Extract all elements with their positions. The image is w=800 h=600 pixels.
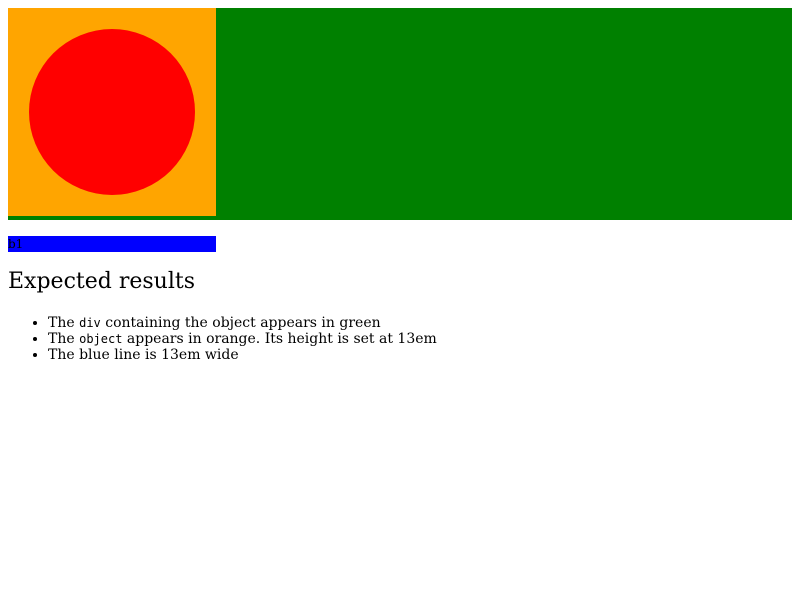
- list-item: The div containing the object appears in…: [48, 315, 748, 331]
- results-list: The div containing the object appears in…: [8, 315, 748, 363]
- green-container: [8, 8, 792, 220]
- list-item: The object appears in orange. Its height…: [48, 331, 748, 347]
- expected-results-heading: Expected results: [8, 269, 195, 294]
- list-item: The blue line is 13em wide: [48, 347, 748, 363]
- code-token: object: [79, 332, 123, 346]
- blue-line: b1: [8, 236, 216, 252]
- orange-object: [8, 8, 216, 216]
- blue-line-label: b1: [8, 237, 24, 251]
- red-circle: [29, 29, 195, 195]
- code-token: div: [79, 316, 101, 330]
